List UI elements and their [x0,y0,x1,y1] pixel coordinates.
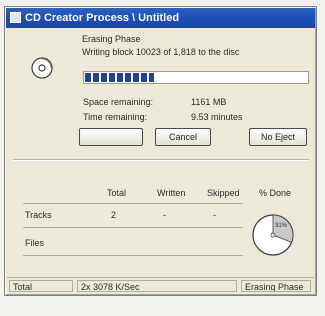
pie-percent-label: 31% [275,223,288,229]
table-rule [23,255,243,256]
status-speed: 2x 3078 K/Sec [77,280,237,292]
table-rule [23,227,243,228]
header-written: Written [157,188,186,198]
progress-bar-fill [85,73,154,82]
screen: CD Creator Process \ Untitled Erasing Ph… [0,0,325,316]
status-bar: Total 2x 3078 K/Sec Erasing Phase [7,277,314,293]
cd-creator-window: CD Creator Process \ Untitled Erasing Ph… [4,6,317,296]
header-skipped: Skipped [207,188,240,198]
time-remaining-value: 9.53 minutes [191,112,243,122]
header-total: Total [107,188,127,198]
cancel-button[interactable]: Cancel [155,128,211,146]
time-remaining-label: Time remaining: [83,112,148,122]
table-rule [23,203,243,204]
row-label-files: Files [25,238,45,248]
tracks-skipped: - [213,210,216,220]
status-total: Total [9,280,73,292]
space-remaining-value: 1161 MB [191,97,227,107]
separator [13,159,309,161]
status-phase: Erasing Phase [241,280,311,292]
cd-disc-icon [31,57,53,79]
tracks-total: 2 [111,210,117,220]
progress-bar [83,71,309,84]
phase-label: Erasing Phase [82,34,141,44]
header-percent-done: % Done [259,188,292,198]
progress-detail: Writing block 10023 of 1,818 to the disc [82,47,240,57]
title-bar[interactable]: CD Creator Process \ Untitled [6,8,315,28]
row-label-tracks: Tracks [25,210,52,220]
start-button[interactable] [79,128,143,146]
app-icon [10,12,21,23]
percent-done-pie: 31% [252,214,294,256]
window-title: CD Creator Process \ Untitled [25,12,180,24]
no-eject-button[interactable]: No Eject [249,128,307,146]
tracks-written: - [163,210,166,220]
space-remaining-label: Space remaining: [83,97,154,107]
